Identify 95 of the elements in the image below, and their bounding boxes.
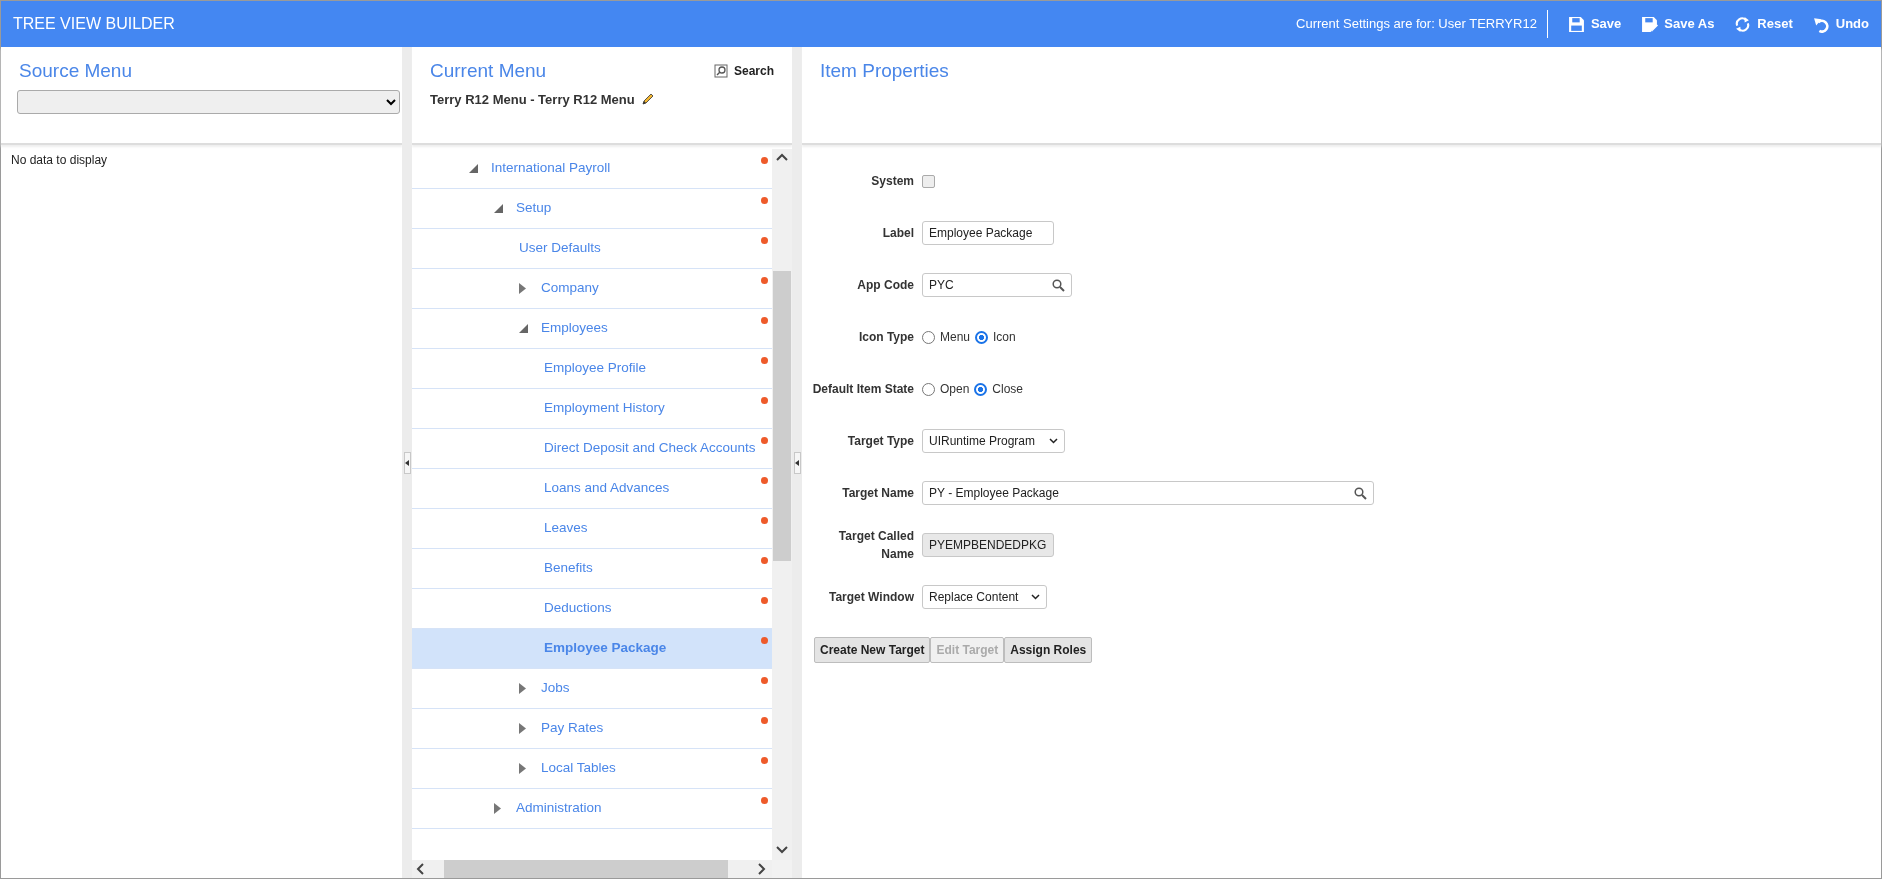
status-dot-icon xyxy=(761,677,768,684)
tree-item[interactable]: Setup xyxy=(412,189,772,229)
scroll-down-icon[interactable] xyxy=(776,846,788,854)
text-field[interactable]: Employee Package xyxy=(922,221,1054,245)
tree-item[interactable]: Jobs xyxy=(412,669,772,709)
status-dot-icon xyxy=(761,757,768,764)
pencil-icon[interactable] xyxy=(640,92,655,107)
reset-button[interactable]: Reset xyxy=(1734,14,1793,34)
tree-item[interactable]: Company xyxy=(412,269,772,309)
tree-item[interactable]: Loans and Advances xyxy=(412,469,772,509)
panel-title: Item Properties xyxy=(820,59,950,83)
tree-item[interactable]: International Payroll xyxy=(412,149,772,189)
tree-item[interactable]: User Defaults xyxy=(412,229,772,269)
field-label: Default Item State xyxy=(811,381,915,398)
tree-item[interactable]: Employment History xyxy=(412,389,772,429)
panel-title: Current Menu xyxy=(430,59,547,83)
settings-text: Current Settings are for: User TERRYR12 xyxy=(1296,10,1548,38)
field-label: Icon Type xyxy=(857,329,915,346)
status-dot-icon xyxy=(761,157,768,164)
refresh-icon xyxy=(1734,15,1752,33)
field-label: Target Window xyxy=(828,589,915,606)
collapsed-arrow-icon[interactable] xyxy=(519,723,526,734)
status-dot-icon xyxy=(761,637,768,644)
field-label: Target Type xyxy=(846,433,915,450)
save-as-button[interactable]: Save As xyxy=(1641,14,1715,34)
scroll-left-icon[interactable] xyxy=(416,863,424,875)
radio-button[interactable] xyxy=(975,330,989,344)
field-label: System xyxy=(870,173,915,190)
radio-label[interactable]: Icon xyxy=(993,328,1016,346)
undo-icon xyxy=(1812,15,1830,33)
expanded-arrow-icon[interactable] xyxy=(469,164,478,173)
status-dot-icon xyxy=(761,557,768,564)
scroll-right-icon[interactable] xyxy=(758,863,766,875)
undo-button[interactable]: Undo xyxy=(1812,14,1869,34)
caret-icon xyxy=(1031,594,1040,600)
lookup-field[interactable]: PYC xyxy=(922,273,1072,297)
status-dot-icon xyxy=(761,717,768,724)
search-icon[interactable] xyxy=(1052,278,1065,292)
status-dot-icon xyxy=(761,237,768,244)
search-link[interactable]: Search xyxy=(713,62,774,81)
status-dot-icon xyxy=(761,277,768,284)
radio-button[interactable] xyxy=(974,382,988,396)
checkbox[interactable] xyxy=(922,174,935,188)
dropdown[interactable]: Replace Content xyxy=(922,585,1047,609)
field-label: Target Name xyxy=(841,485,915,502)
status-dot-icon xyxy=(761,197,768,204)
save-button[interactable]: Save xyxy=(1567,14,1622,34)
lookup-field[interactable]: PY - Employee Package xyxy=(922,481,1374,505)
status-dot-icon xyxy=(761,357,768,364)
expanded-arrow-icon[interactable] xyxy=(494,204,503,213)
field-label: Label xyxy=(881,225,915,242)
source-menu-select[interactable] xyxy=(17,89,400,114)
field-label: App Code xyxy=(856,277,915,294)
empty-message: No data to display xyxy=(10,152,109,169)
dropdown[interactable]: UIRuntime Program xyxy=(922,429,1065,453)
status-dot-icon xyxy=(761,477,768,484)
status-dot-icon xyxy=(761,797,768,804)
search-icon xyxy=(713,64,728,79)
tree-item[interactable]: Employee Package xyxy=(412,629,772,669)
tree-item[interactable]: Leaves xyxy=(412,509,772,549)
tree-item[interactable]: Benefits xyxy=(412,549,772,589)
scroll-up-icon[interactable] xyxy=(776,153,788,161)
collapse-handle-icon[interactable] xyxy=(403,451,411,474)
tree-item[interactable]: Administration xyxy=(412,789,772,829)
readonly-field: PYEMPBENDEDPKG xyxy=(922,533,1054,557)
app-title: TREE VIEW BUILDER xyxy=(13,14,175,34)
action-button[interactable]: Assign Roles xyxy=(1004,637,1093,663)
menu-name: Terry R12 Menu - Terry R12 Menu xyxy=(430,90,635,109)
collapsed-arrow-icon[interactable] xyxy=(519,283,526,294)
tree-item[interactable]: Local Tables xyxy=(412,749,772,789)
status-dot-icon xyxy=(761,397,768,404)
radio-label[interactable]: Open xyxy=(940,380,970,398)
floppy-pencil-icon xyxy=(1641,15,1659,33)
scrollbar-thumb[interactable] xyxy=(444,860,728,878)
action-button[interactable]: Create New Target xyxy=(814,637,931,663)
expanded-arrow-icon[interactable] xyxy=(519,324,528,333)
tree-item[interactable]: Direct Deposit and Check Accounts xyxy=(412,429,772,469)
scrollbar-thumb[interactable] xyxy=(773,271,791,561)
field-label: Target Called Name xyxy=(837,528,915,563)
caret-icon xyxy=(1049,438,1058,444)
status-dot-icon xyxy=(761,517,768,524)
tree-item[interactable]: Employees xyxy=(412,309,772,349)
collapse-handle-icon[interactable] xyxy=(793,451,801,474)
panel-title: Source Menu xyxy=(19,59,133,83)
search-icon[interactable] xyxy=(1354,486,1367,500)
radio-label[interactable]: Close xyxy=(992,380,1024,398)
tree-item[interactable]: Employee Profile xyxy=(412,349,772,389)
status-dot-icon xyxy=(761,437,768,444)
tree-item[interactable]: Pay Rates xyxy=(412,709,772,749)
collapsed-arrow-icon[interactable] xyxy=(519,683,526,694)
collapsed-arrow-icon[interactable] xyxy=(519,763,526,774)
status-dot-icon xyxy=(761,317,768,324)
status-dot-icon xyxy=(761,597,768,604)
collapsed-arrow-icon[interactable] xyxy=(494,803,501,814)
radio-label[interactable]: Menu xyxy=(940,328,971,346)
